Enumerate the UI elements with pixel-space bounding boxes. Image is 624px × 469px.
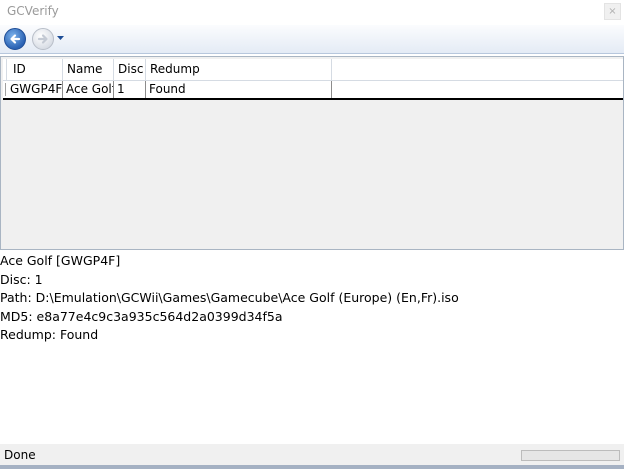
window-title: GCVerify bbox=[7, 4, 59, 18]
column-header-disc[interactable]: Disc bbox=[114, 59, 146, 80]
details-title: Ace Golf [GWGP4F] bbox=[0, 253, 121, 268]
navigation-bar bbox=[0, 25, 624, 54]
forward-arrow-icon bbox=[37, 34, 48, 44]
results-table: ID Name Disc Redump GWGP4F Ace Golf 1 Fo… bbox=[0, 56, 624, 250]
table-row[interactable]: GWGP4F Ace Golf 1 Found bbox=[3, 81, 623, 100]
status-bar: Done bbox=[0, 444, 624, 465]
status-text: Done bbox=[4, 448, 36, 462]
forward-button[interactable] bbox=[32, 28, 54, 50]
progress-bar bbox=[521, 450, 620, 461]
details-redump: Redump: Found bbox=[0, 327, 99, 342]
column-header-redump[interactable]: Redump bbox=[146, 59, 332, 80]
back-button[interactable] bbox=[4, 28, 26, 50]
window-bottom-border bbox=[0, 465, 624, 469]
cell-id: GWGP4F bbox=[7, 81, 63, 98]
chevron-down-icon[interactable] bbox=[57, 36, 64, 41]
table-header: ID Name Disc Redump bbox=[3, 59, 623, 81]
cell-redump: Found bbox=[146, 81, 332, 98]
details-md5: MD5: e8a77e4c9c3a935c564d2a0399d34f5a bbox=[0, 308, 283, 324]
details-path: Path: D:\Emulation\GCWii\Games\Gamecube\… bbox=[0, 290, 459, 305]
column-header-name[interactable]: Name bbox=[63, 59, 114, 80]
close-button[interactable]: × bbox=[604, 3, 621, 20]
cell-disc: 1 bbox=[114, 81, 146, 98]
cell-name: Ace Golf bbox=[63, 81, 114, 98]
column-header-id[interactable]: ID bbox=[7, 59, 63, 80]
details-disc: Disc: 1 bbox=[0, 271, 43, 287]
title-bar: GCVerify × bbox=[0, 0, 624, 24]
details-panel: Ace Golf [GWGP4F] Disc: 1 Path: D:\Emula… bbox=[0, 252, 624, 345]
back-arrow-icon bbox=[10, 34, 21, 44]
row-indicator bbox=[5, 83, 6, 96]
